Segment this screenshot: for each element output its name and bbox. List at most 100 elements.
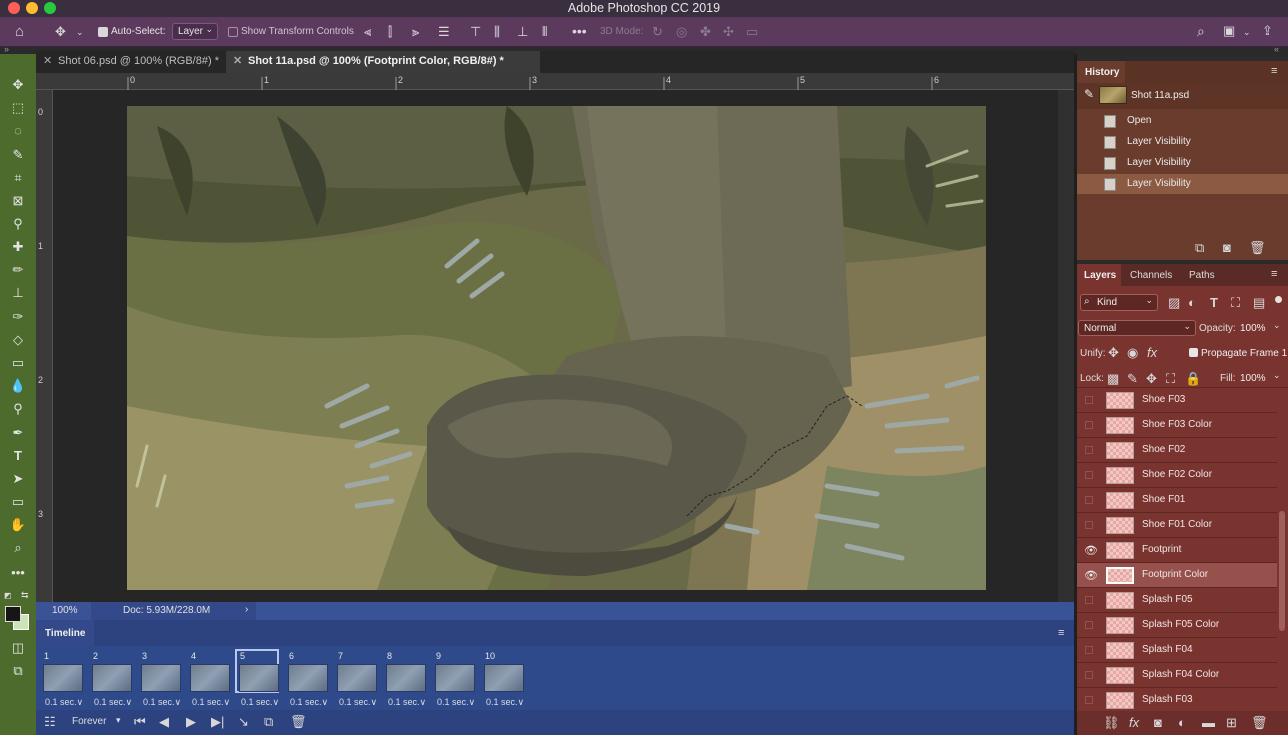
convert-timeline-icon[interactable]: ☷ — [44, 715, 56, 729]
history-item[interactable]: Layer Visibility — [1077, 132, 1288, 152]
layer-row[interactable]: 👁 Footprint — [1077, 538, 1277, 563]
panel-menu-icon[interactable]: ≡ — [1058, 627, 1064, 639]
close-tab-icon[interactable]: ✕ — [43, 51, 52, 72]
previous-frame-icon[interactable]: ◀ — [159, 715, 169, 729]
layer-row[interactable]: Splash F04 Color — [1077, 663, 1277, 688]
layer-row[interactable]: Shoe F02 Color — [1077, 463, 1277, 488]
3d-scale-icon[interactable]: ▭ — [746, 25, 758, 39]
frame-tool-icon[interactable]: ⊠ — [7, 192, 29, 210]
tween-icon[interactable]: ↘ — [238, 715, 249, 729]
layer-row[interactable]: Shoe F03 Color — [1077, 413, 1277, 438]
adjustment-layer-icon[interactable]: ◐ — [1178, 716, 1186, 730]
filter-pixel-icon[interactable]: ▨ — [1168, 296, 1180, 310]
canvas-scrollbar[interactable] — [1058, 90, 1074, 602]
eraser-tool-icon[interactable]: ◇ — [7, 331, 29, 349]
trash-icon[interactable]: 🗑 — [1251, 716, 1268, 730]
trash-icon[interactable]: 🗑 — [1249, 241, 1266, 255]
visibility-toggle[interactable] — [1085, 446, 1093, 454]
visibility-toggle[interactable] — [1085, 646, 1093, 654]
frame-duration[interactable]: 0.1 sec.∨ — [45, 697, 83, 708]
frame-3[interactable]: 3 0.1 sec.∨ — [139, 650, 185, 708]
tab-shot-11a[interactable]: ✕ Shot 11a.psd @ 100% (Footprint Color, … — [226, 51, 540, 73]
chevron-down-icon[interactable]: ⌄ — [1243, 25, 1251, 39]
history-item[interactable]: Open — [1077, 111, 1288, 131]
propagate-checkbox[interactable] — [1189, 348, 1198, 357]
move-tool-icon[interactable]: ✥ — [7, 76, 29, 94]
align-left-icon[interactable]: ⫷ — [364, 25, 371, 39]
history-item-selected[interactable]: Layer Visibility — [1077, 174, 1288, 194]
filter-type-icon[interactable]: T — [1210, 296, 1218, 310]
unify-visibility-icon[interactable]: ◉ — [1127, 346, 1138, 360]
layer-row[interactable]: Shoe F01 — [1077, 488, 1277, 513]
3d-orbit-icon[interactable]: ↻ — [652, 25, 663, 39]
frame-5[interactable]: 5 0.1 sec.∨ — [235, 649, 283, 708]
edit-toolbar-icon[interactable]: ••• — [7, 564, 29, 582]
visibility-toggle[interactable] — [1085, 521, 1093, 529]
history-brush-icon[interactable]: ✎ — [1084, 87, 1094, 101]
zoom-tool-icon[interactable]: ⌕ — [7, 539, 29, 557]
new-group-icon[interactable]: ▬ — [1202, 716, 1215, 730]
frame-duration[interactable]: 0.1 sec.∨ — [241, 697, 279, 708]
tab-history[interactable]: History — [1077, 61, 1125, 83]
quick-mask-icon[interactable]: ◫ — [7, 639, 29, 657]
align-vcenter-icon[interactable]: ⫼ — [494, 25, 500, 39]
blend-mode-dropdown[interactable]: Normal ⌄ — [1078, 320, 1196, 336]
visibility-toggle[interactable] — [1085, 696, 1093, 704]
lock-pixels-icon[interactable]: ✎ — [1127, 372, 1138, 386]
visibility-toggle[interactable] — [1085, 396, 1093, 404]
auto-select-checkbox[interactable] — [98, 27, 108, 37]
layer-row[interactable]: Shoe F01 Color — [1077, 513, 1277, 538]
frame-1[interactable]: 1 0.1 sec.∨ — [41, 650, 87, 708]
visibility-toggle[interactable] — [1085, 471, 1093, 479]
filter-shape-icon[interactable]: ⛶ — [1231, 296, 1240, 310]
frame-duration[interactable]: 0.1 sec.∨ — [192, 697, 230, 708]
close-tab-icon[interactable]: ✕ — [233, 51, 242, 72]
frame-6[interactable]: 6 0.1 sec.∨ — [286, 650, 332, 708]
align-right-icon[interactable]: ⫸ — [412, 25, 419, 39]
align-hcenter-icon[interactable]: ⫿ — [388, 25, 392, 39]
camera-icon[interactable]: ◙ — [1223, 241, 1231, 255]
play-icon[interactable]: ▶ — [186, 715, 196, 729]
clone-stamp-icon[interactable]: ⊥ — [7, 284, 29, 302]
frame-duration[interactable]: 0.1 sec.∨ — [388, 697, 426, 708]
workspace-icon[interactable]: ▣ — [1223, 24, 1235, 38]
layer-row[interactable]: Shoe F03 — [1077, 388, 1277, 413]
quick-selection-icon[interactable]: ✎ — [7, 146, 29, 164]
fx-icon[interactable]: fx — [1129, 716, 1139, 730]
search-icon[interactable]: ⌕ — [1197, 24, 1205, 38]
crop-tool-icon[interactable]: ⌗ — [7, 169, 29, 187]
first-frame-icon[interactable]: ⏮ — [134, 715, 146, 729]
frame-duration[interactable]: 0.1 sec.∨ — [486, 697, 524, 708]
frame-duration[interactable]: 0.1 sec.∨ — [94, 697, 132, 708]
frame-9[interactable]: 9 0.1 sec.∨ — [433, 650, 479, 708]
unify-style-icon[interactable]: fx — [1147, 346, 1157, 360]
lock-position-icon[interactable]: ✥ — [1146, 372, 1157, 386]
kind-filter-dropdown[interactable]: ⌕ Kind ⌄ — [1080, 294, 1158, 311]
visibility-toggle[interactable] — [1085, 421, 1093, 429]
layer-row[interactable]: Splash F03 — [1077, 688, 1277, 712]
marquee-tool-icon[interactable]: ⬚ — [7, 99, 29, 117]
default-colors-icon[interactable]: ◩ — [4, 591, 12, 600]
canvas-area[interactable] — [53, 90, 1058, 602]
opacity-input[interactable]: 100% — [1240, 323, 1266, 334]
frame-8[interactable]: 8 0.1 sec.∨ — [384, 650, 430, 708]
visibility-toggle[interactable] — [1085, 621, 1093, 629]
panel-menu-icon[interactable]: ≡ — [1271, 268, 1277, 280]
layer-row[interactable]: Splash F05 Color — [1077, 613, 1277, 638]
distribute-vertical-icon[interactable]: ⫴ — [542, 25, 547, 39]
history-snapshot[interactable]: ✎ Shot 11a.psd — [1077, 81, 1288, 109]
layer-row[interactable]: Splash F05 — [1077, 588, 1277, 613]
trash-icon[interactable]: 🗑 — [290, 715, 307, 729]
auto-select-dropdown[interactable]: Layer ⌄ — [172, 23, 218, 40]
eye-icon[interactable]: 👁 — [1084, 544, 1098, 557]
type-tool-icon[interactable]: T — [7, 447, 29, 465]
duplicate-frame-icon[interactable]: ⧉ — [264, 715, 273, 729]
align-top-icon[interactable]: ⊤ — [470, 25, 481, 39]
visibility-toggle[interactable] — [1085, 596, 1093, 604]
document-canvas[interactable] — [127, 106, 986, 590]
expand-dock-icon[interactable]: « — [1274, 44, 1279, 54]
visibility-toggle[interactable] — [1085, 671, 1093, 679]
layers-scrollbar[interactable] — [1279, 511, 1285, 631]
frame-10[interactable]: 10 0.1 sec.∨ — [482, 650, 528, 708]
frame-7[interactable]: 7 0.1 sec.∨ — [335, 650, 381, 708]
